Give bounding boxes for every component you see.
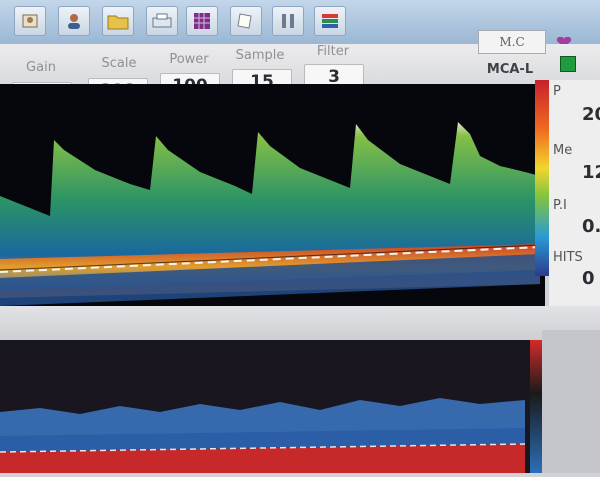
note-icon[interactable] bbox=[230, 6, 262, 36]
readout-label-mean: Me bbox=[553, 143, 573, 158]
readout-value-peak: 20 bbox=[582, 104, 600, 125]
readout-value-hits: 0 bbox=[582, 268, 595, 289]
status-indicator bbox=[560, 56, 576, 72]
velocity-colorbar bbox=[535, 80, 549, 276]
grid-icon[interactable] bbox=[186, 6, 218, 36]
filter-label: Filter bbox=[316, 44, 350, 59]
vessel-label: MCA-L bbox=[486, 62, 534, 77]
logo: M.C bbox=[478, 30, 546, 54]
patient-icon[interactable] bbox=[14, 6, 46, 36]
readout-label-hits: HITS bbox=[553, 250, 583, 265]
doppler-spectrum bbox=[0, 84, 545, 306]
trend-icon[interactable] bbox=[314, 6, 346, 36]
folder-icon[interactable] bbox=[102, 6, 134, 36]
readout-label-pi: P.I bbox=[553, 198, 567, 213]
power-label: Power bbox=[169, 52, 209, 67]
readout-value-mean: 12 bbox=[582, 162, 600, 183]
mmode-display bbox=[0, 340, 530, 473]
gain-label: Gain bbox=[26, 60, 56, 75]
print-icon[interactable] bbox=[146, 6, 178, 36]
user-icon[interactable] bbox=[58, 6, 90, 36]
scale-label: Scale bbox=[101, 56, 137, 71]
lower-side-panel bbox=[542, 330, 600, 473]
sample-label: Sample bbox=[235, 48, 285, 63]
readout-value-pi: 0.8 bbox=[582, 216, 600, 237]
mmode-colorbar bbox=[530, 340, 542, 473]
mmode-svg bbox=[0, 340, 530, 473]
spectrum-svg bbox=[0, 84, 545, 306]
readout-label-peak: P bbox=[553, 84, 561, 99]
pause-icon[interactable] bbox=[272, 6, 304, 36]
